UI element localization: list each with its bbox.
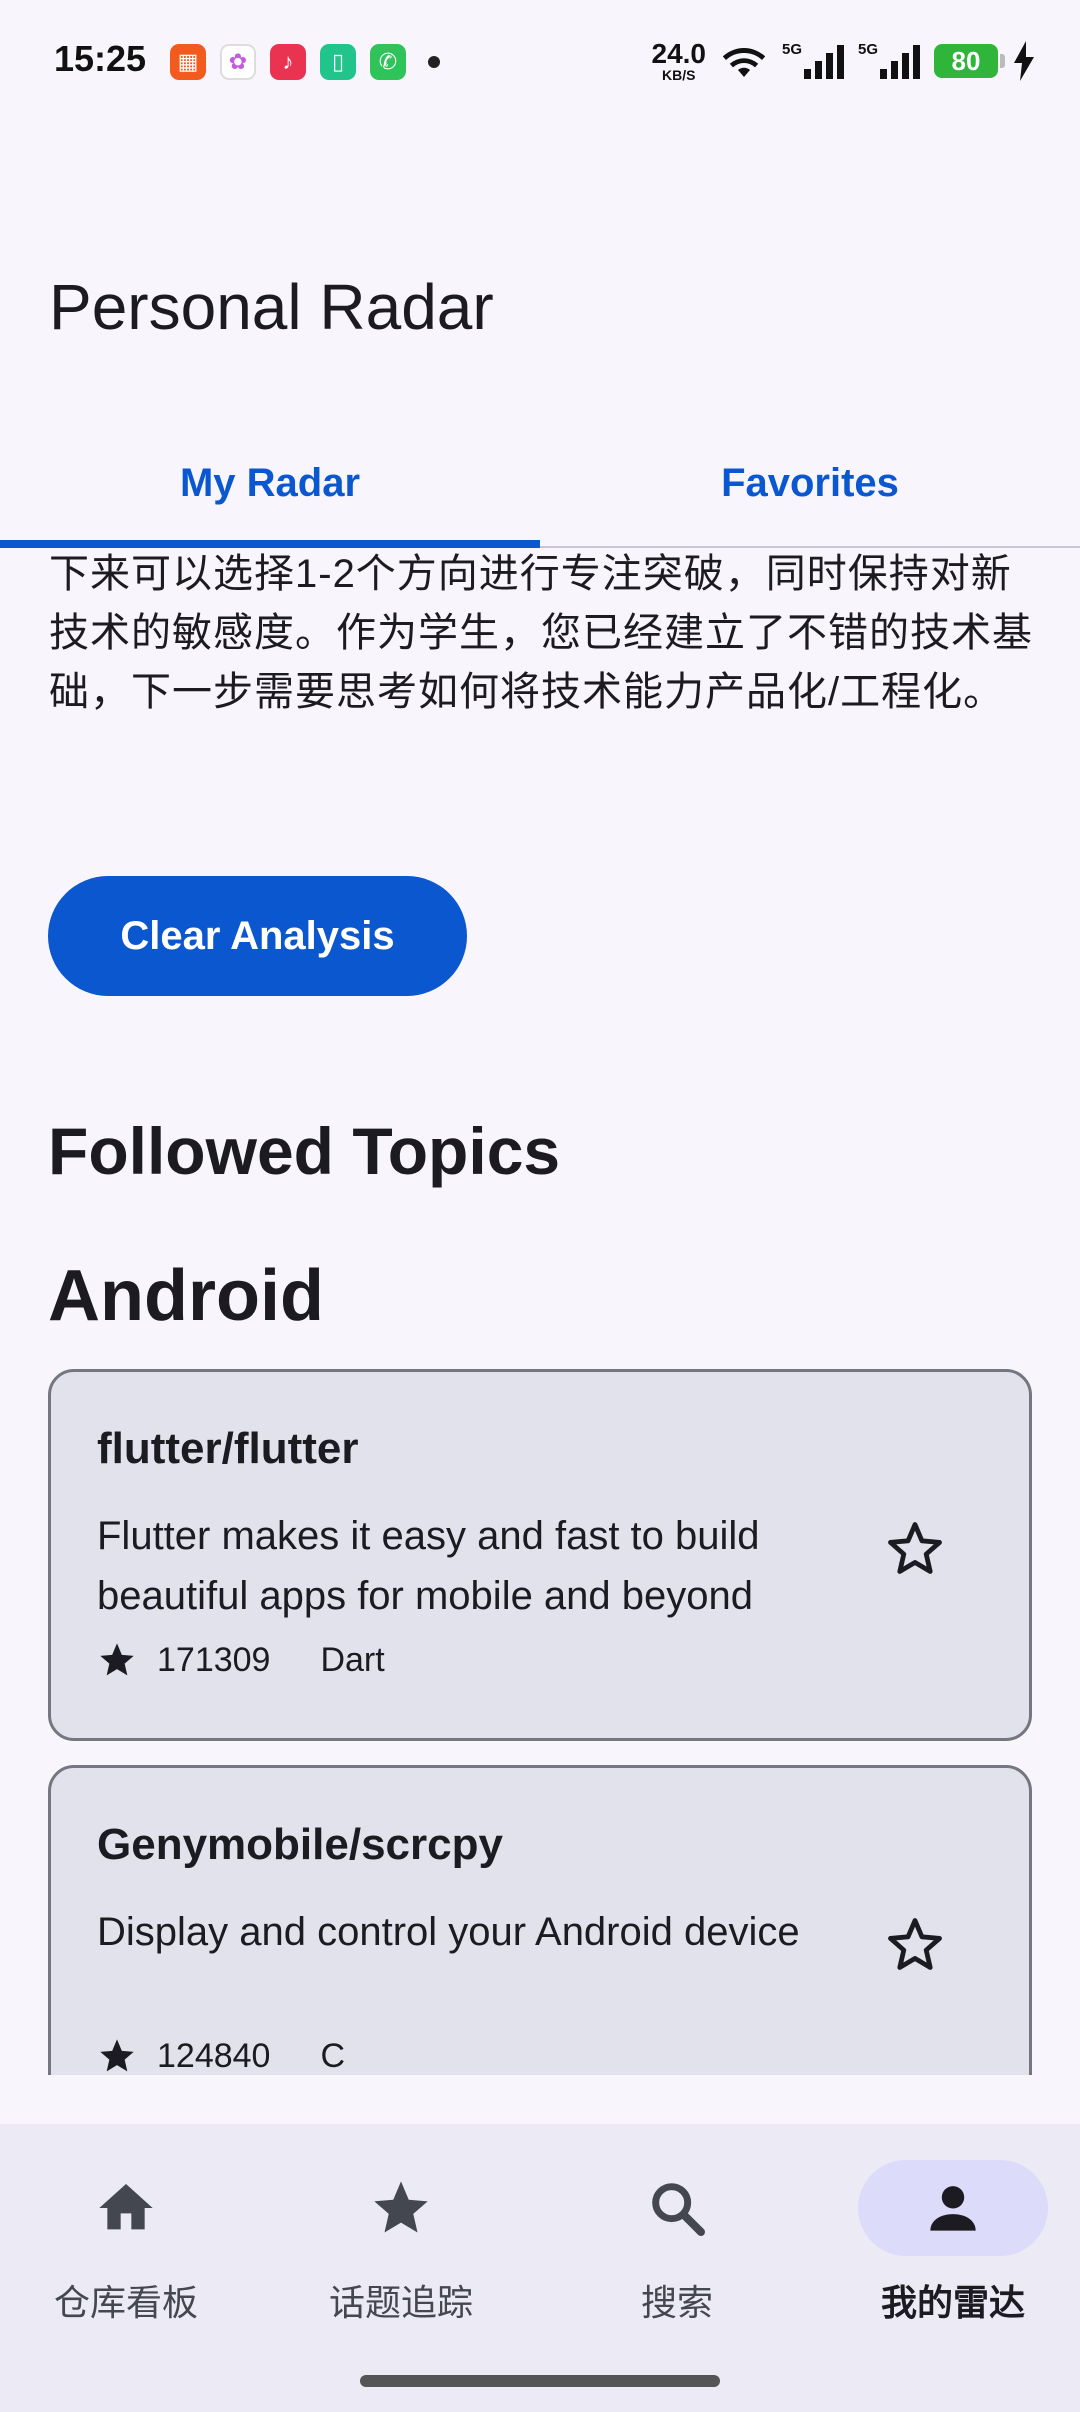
repo-name: flutter/flutter — [97, 1424, 359, 1473]
signal-type-label: 5G — [782, 41, 803, 58]
charging-icon — [1014, 41, 1034, 81]
favorite-button[interactable] — [883, 1912, 947, 1976]
bottom-navigation: 仓库看板 话题追踪 搜索 我的雷达 — [0, 2124, 1080, 2412]
nav-pill-active — [858, 2160, 1048, 2256]
repo-name: Genymobile/scrcpy — [97, 1820, 503, 1869]
app-notification-icon: ▦ — [170, 44, 206, 80]
nav-label: 仓库看板 — [53, 2282, 198, 2323]
nav-pill — [31, 2160, 221, 2256]
star-outline-icon — [888, 1522, 942, 1574]
cellular-signal-icon: 5G — [858, 41, 920, 79]
star-outline-icon — [888, 1918, 942, 1970]
app-notification-icon: ✿ — [220, 44, 256, 80]
wifi-icon — [722, 48, 766, 77]
tab-favorites[interactable]: Favorites — [540, 420, 1080, 546]
clear-analysis-button[interactable]: Clear Analysis — [48, 876, 467, 996]
nav-item-my-radar[interactable]: 我的雷达 — [858, 2160, 1048, 2360]
topic-group-title: Android — [48, 1256, 324, 1336]
nav-label: 搜索 — [640, 2282, 713, 2323]
scroll-content[interactable]: 您的技术发展呈现出良好的宽度和一定的深度，建议接下来可以选择1-2个方向进行专注… — [0, 548, 1080, 2075]
nav-item-topic-tracking[interactable]: 话题追踪 — [306, 2160, 496, 2360]
repo-language: C — [320, 2036, 346, 2075]
nav-label: 话题追踪 — [328, 2282, 473, 2323]
repo-card[interactable]: Genymobile/scrcpy Display and control yo… — [48, 1765, 1032, 2075]
phone-notification-icon: ✆ — [370, 44, 406, 80]
music-notification-icon: ♪ — [270, 44, 306, 80]
nav-item-repo-board[interactable]: 仓库看板 — [31, 2160, 221, 2360]
battery-icon: 80 — [934, 44, 1005, 78]
repo-language: Dart — [320, 1640, 385, 1679]
nav-label: 我的雷达 — [880, 2282, 1025, 2323]
repo-stars: 171309 — [157, 1640, 271, 1679]
notification-icons: ▦ ✿ ♪ ▯ ✆ — [170, 44, 440, 80]
cellular-signal-icon: 5G — [782, 41, 844, 79]
system-icons: 24.0 KB/S 5G 5G 80 — [652, 40, 1037, 82]
favorite-button[interactable] — [883, 1516, 947, 1580]
search-icon — [652, 2183, 705, 2236]
nav-item-search[interactable]: 搜索 — [582, 2160, 772, 2360]
analysis-text: 您的技术发展呈现出良好的宽度和一定的深度，建议接下来可以选择1-2个方向进行专注… — [49, 552, 1033, 714]
nav-pill — [582, 2160, 772, 2256]
repo-description: Display and control your Android device — [97, 1910, 800, 1954]
network-speed: 24.0 KB/S — [651, 38, 707, 83]
network-speed-value: 24.0 — [651, 38, 707, 69]
more-notifications-dot-icon — [428, 56, 440, 68]
repo-meta: 171309 Dart — [97, 1640, 385, 1680]
page-title: Personal Radar — [49, 271, 494, 343]
repo-description: Flutter makes it easy and fast to build … — [97, 1514, 760, 1618]
home-icon — [99, 2184, 153, 2230]
repo-stars: 124840 — [157, 2036, 271, 2075]
network-speed-unit: KB/S — [662, 67, 696, 83]
signal-type-label: 5G — [858, 41, 879, 58]
battery-level: 80 — [951, 45, 981, 76]
battery-app-notification-icon: ▯ — [320, 44, 356, 80]
repo-meta: 124840 C — [97, 2036, 345, 2075]
star-count-icon — [100, 2039, 134, 2072]
person-icon — [930, 2186, 976, 2231]
tab-my-radar[interactable]: My Radar — [0, 420, 540, 548]
star-count-icon — [100, 1643, 134, 1676]
status-bar: 15:25 ▦ ✿ ♪ ▯ ✆ 24.0 KB/S 5G 5G 80 — [0, 0, 1080, 124]
tab-bar: My Radar Favorites — [0, 420, 1080, 548]
home-indicator[interactable] — [360, 2375, 720, 2387]
nav-pill — [306, 2160, 496, 2256]
star-icon — [374, 2181, 428, 2233]
repo-card[interactable]: flutter/flutter Flutter makes it easy an… — [48, 1369, 1032, 1741]
status-time: 15:25 — [54, 38, 147, 79]
section-title: Followed Topics — [48, 1114, 561, 1188]
